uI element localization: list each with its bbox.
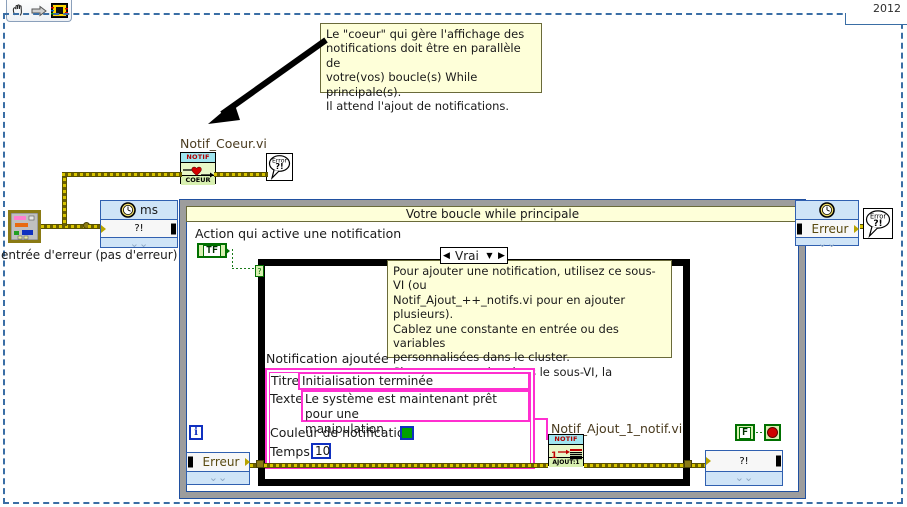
- case-prev-arrow[interactable]: ◀: [441, 251, 452, 261]
- temps-field[interactable]: 10: [311, 443, 331, 459]
- ajout-icon-body: 1: [549, 445, 583, 461]
- error-out-node-expander[interactable]: ⌄⌄: [706, 472, 782, 483]
- couleur-label: Couleur de notification: [270, 425, 413, 440]
- while-loop-title: Votre boucle while principale: [186, 206, 799, 222]
- stop-terminal[interactable]: [764, 424, 781, 441]
- error-out-loop-node[interactable]: ?! ⌄⌄: [705, 450, 783, 486]
- coeur-icon-body: [181, 163, 215, 178]
- coeur-vi-label: Notif_Coeur.vi: [180, 136, 267, 151]
- wait-right-terminal: [171, 223, 176, 234]
- ajout-icon-header: NOTIF: [549, 435, 583, 445]
- comment-ajout: Pour ajouter une notification, utilisez …: [387, 260, 672, 408]
- wire-from-ajout: [584, 463, 692, 468]
- f-constant-text: F: [738, 426, 752, 439]
- labview-version-label: 2012: [869, 2, 905, 15]
- annotation-arrow: [208, 37, 328, 124]
- coeur-icon-header: NOTIF: [181, 153, 215, 163]
- case-selector-terminal[interactable]: ?: [255, 265, 264, 277]
- block-diagram-canvas: 2012 Le "coeur" qui gère l'affichage des…: [0, 0, 907, 507]
- error-out-label: Erreur: [811, 221, 849, 236]
- error-out-left-terminal: [797, 223, 802, 234]
- wire-coeur-to-error-node: [214, 172, 268, 177]
- error-out-node-body: ?!: [706, 451, 782, 472]
- error-out-node[interactable]: Erreur ⌄⌄: [795, 200, 859, 249]
- svg-text:1: 1: [551, 451, 557, 460]
- wire-to-ajout: [264, 463, 548, 468]
- clock-icon-2: [819, 202, 835, 218]
- error-out-node-glyph: ?!: [739, 455, 749, 467]
- wait-node-header: ms: [101, 201, 177, 219]
- titre-field[interactable]: Initialisation terminée: [298, 372, 530, 390]
- error-out-expander[interactable]: ⌄⌄: [796, 238, 858, 249]
- wait-unit-label: ms: [140, 203, 158, 217]
- error-node-label: Erreur: [202, 455, 240, 469]
- texte-field[interactable]: Le système est maintenant prêt pour une …: [301, 390, 530, 436]
- wire-to-coeur-v: [62, 172, 67, 226]
- action-label: Action qui active une notification: [195, 226, 402, 241]
- boolean-false-constant[interactable]: F: [735, 424, 755, 441]
- tf-constant-text: TF: [202, 244, 222, 257]
- clock-icon: [120, 202, 136, 218]
- wait-ms-node[interactable]: ms ?! ⌄⌄: [100, 200, 178, 249]
- iteration-terminal: i: [189, 425, 203, 440]
- notif-coeur-subvi[interactable]: NOTIF COEUR: [180, 152, 216, 185]
- titre-label: Titre: [271, 373, 300, 388]
- error-node-left-terminal: [188, 456, 193, 468]
- notif-ajout-subvi[interactable]: NOTIF 1 AJOUT:1: [548, 434, 584, 467]
- chevron-down-icon[interactable]: ▼: [483, 251, 496, 260]
- error-node-expander[interactable]: ⌄⌄: [187, 472, 249, 483]
- error-in-control[interactable]: [8, 210, 41, 243]
- error-out-right-terminal: [776, 455, 781, 467]
- cluster-caption: Notification ajoutée: [266, 351, 389, 366]
- error-in-caption: entrée d'erreur (pas d'erreur): [1, 248, 178, 262]
- boolean-true-constant[interactable]: TF: [197, 243, 230, 258]
- error-out-header: [796, 201, 858, 219]
- error-out-body: Erreur: [796, 219, 859, 238]
- error-out-arrow: [854, 224, 859, 233]
- case-selector-value: Vrai: [455, 248, 479, 263]
- wait-node-expander[interactable]: ⌄⌄: [101, 238, 177, 249]
- texte-label: Texte: [270, 391, 303, 406]
- coeur-error-text-2: ?!: [275, 162, 283, 171]
- couleur-swatch[interactable]: [400, 426, 414, 440]
- comment-coeur: Le "coeur" qui gère l'affichage des noti…: [320, 23, 542, 113]
- error-out-text-2: ?!: [873, 219, 882, 229]
- error-out-bubble-node[interactable]: Error ?!: [863, 208, 893, 239]
- wire-to-coeur-h: [62, 172, 182, 177]
- error-node-body: Erreur: [187, 453, 250, 472]
- wait-node-glyph: ?!: [134, 223, 144, 234]
- wait-node-body: ?!: [101, 219, 177, 238]
- case-selector-label[interactable]: ◀ Vrai ▼ ▶: [440, 247, 508, 264]
- case-next-arrow[interactable]: ▶: [496, 251, 507, 261]
- stop-icon: [767, 427, 778, 438]
- tf-output-terminal: [225, 246, 230, 255]
- coeur-error-node[interactable]: Error ?!: [266, 153, 293, 181]
- wait-input-terminal: [101, 224, 106, 233]
- temps-label: Temps: [270, 444, 310, 459]
- wire-tunnel-left: [256, 460, 264, 468]
- wire-tf-v1: [232, 249, 233, 268]
- error-in-loop-node[interactable]: Erreur ⌄⌄: [186, 452, 250, 485]
- wire-tunnel-right: [684, 460, 692, 468]
- wire-f-to-stop: [756, 432, 764, 433]
- error-out-in-terminal: [706, 457, 711, 465]
